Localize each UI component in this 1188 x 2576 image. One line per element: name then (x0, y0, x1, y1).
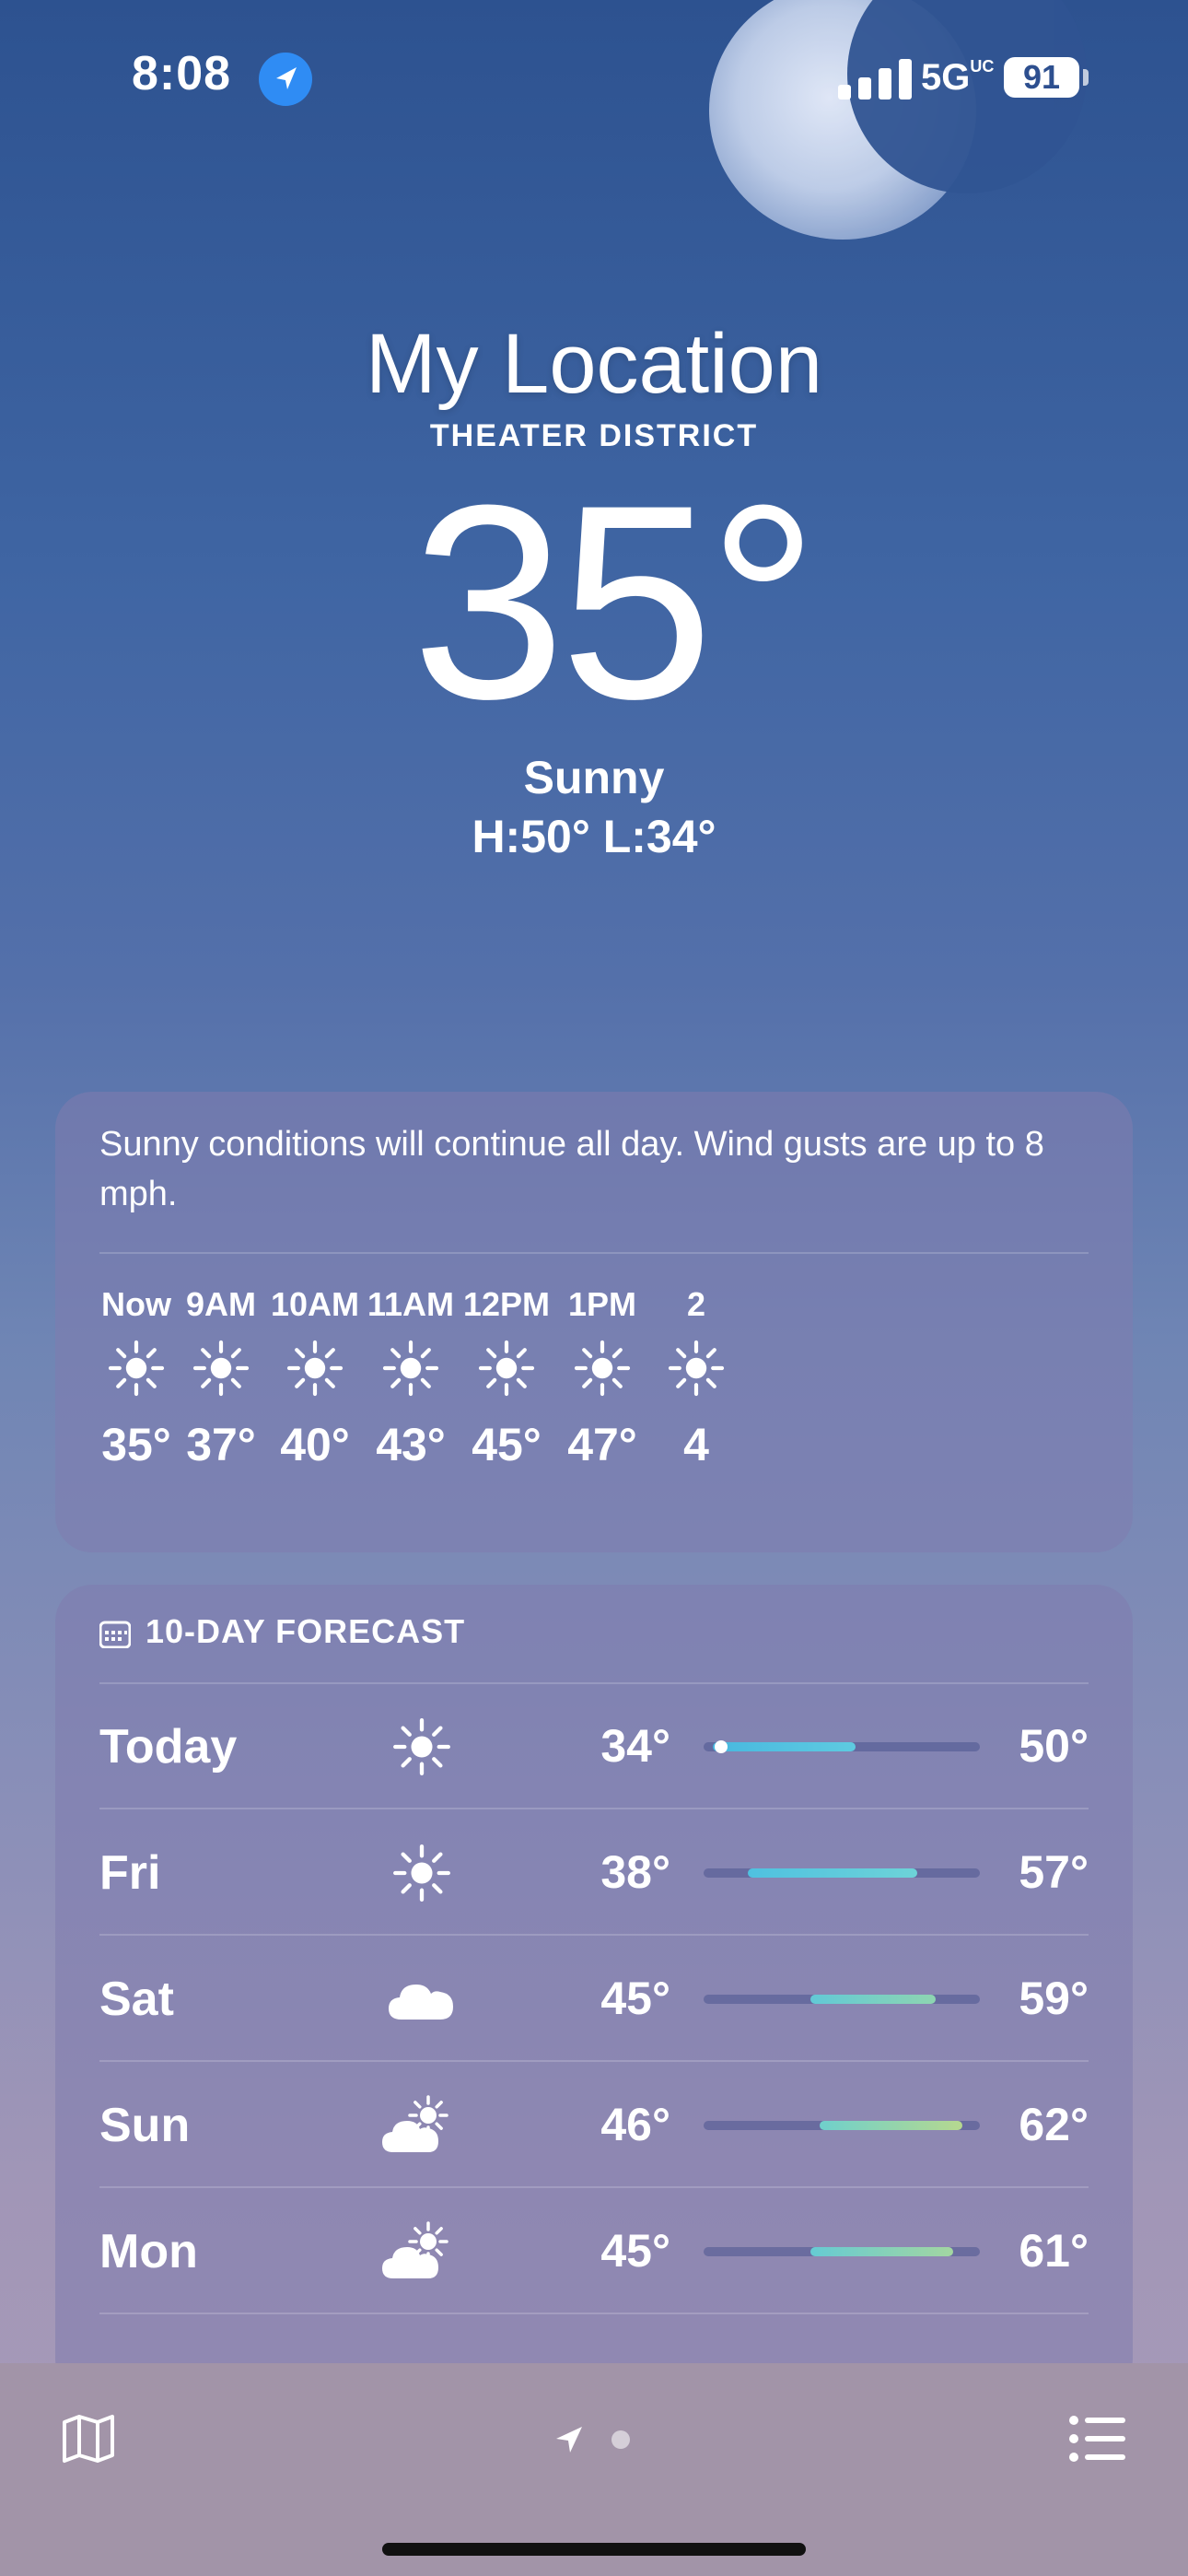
day-label: Sat (99, 1973, 174, 2026)
temp-range-bar (712, 1742, 856, 1751)
battery-level: 91 (1004, 57, 1079, 98)
partly-cloudy-icon (376, 2089, 468, 2162)
hour-label: 10AM (270, 1285, 360, 1323)
low-temp: 45° (600, 1973, 670, 2024)
hour-item: 10AM 40° (260, 1285, 370, 1471)
hour-temp: 4 (683, 1419, 709, 1470)
divider (99, 2186, 1089, 2188)
status-bar: 8:08 5GUC 91 (0, 0, 1188, 157)
sun-icon (260, 1322, 370, 1414)
divider (99, 1808, 1089, 1809)
current-temperature: 35° (412, 447, 819, 756)
low-temp: 46° (600, 2099, 670, 2150)
forecast-summary: Sunny conditions will continue all day. … (99, 1125, 1044, 1213)
divider (99, 2060, 1089, 2062)
hour-item: 11AM 43° (355, 1285, 466, 1471)
sun-icon (641, 1322, 751, 1414)
forecast-row[interactable]: Today 34° 50° (99, 1684, 1089, 1809)
page-indicator-dot[interactable] (611, 2430, 630, 2449)
status-time: 8:08 (132, 47, 232, 100)
hour-item: 12PM 45° (451, 1285, 562, 1471)
forecast-row[interactable]: Fri 38° 57° (99, 1810, 1089, 1936)
day-label: Mon (99, 2225, 198, 2278)
low-temp: 45° (600, 2225, 670, 2277)
list-icon[interactable] (1068, 2411, 1127, 2466)
weather-header: My Location THEATER DISTRICT 35° Sunny H… (0, 313, 1188, 863)
day-label: Sun (99, 2099, 191, 2152)
ten-day-title: 10-DAY FORECAST (146, 1612, 466, 1650)
high-temp: 57° (1019, 1846, 1089, 1898)
cloud-icon (376, 1962, 468, 2036)
forecast-row[interactable]: Sun 46° 62° (99, 2063, 1089, 2188)
temp-range-track (704, 1740, 980, 1753)
current-condition: Sunny (523, 752, 665, 803)
sun-icon (355, 1322, 466, 1414)
hourly-forecast-card[interactable]: Sunny conditions will continue all day. … (55, 1092, 1133, 1552)
temp-range-track (704, 1868, 980, 1878)
sun-icon (451, 1322, 562, 1414)
day-label: Today (99, 1720, 238, 1774)
hour-temp: 45° (472, 1419, 542, 1470)
high-temp: 61° (1019, 2225, 1089, 2277)
battery-cap (1083, 69, 1089, 86)
temp-range-bar (748, 1868, 918, 1878)
location-arrow-icon[interactable] (553, 2423, 586, 2456)
location-title: My Location (365, 317, 823, 411)
temp-range-track (704, 2121, 980, 2130)
hour-label: 11AM (367, 1285, 455, 1323)
low-temp: 38° (600, 1846, 670, 1898)
ten-day-header: 10-DAY FORECAST (99, 1612, 465, 1651)
divider (99, 1252, 1089, 1254)
sun-icon (376, 1836, 468, 1910)
home-indicator (382, 2543, 806, 2556)
calendar-icon (99, 1618, 132, 1649)
hour-label: 2 (686, 1285, 706, 1323)
high-low: H:50° L:34° (472, 811, 716, 862)
map-icon[interactable] (59, 2409, 118, 2468)
network-type: 5GUC (921, 57, 995, 98)
high-temp: 59° (1019, 1973, 1089, 2024)
hour-temp: 40° (280, 1419, 350, 1470)
day-label: Fri (99, 1846, 161, 1900)
high-temp: 50° (1019, 1720, 1089, 1772)
temp-range-bar (810, 2247, 953, 2256)
hour-temp: 43° (376, 1419, 446, 1470)
divider (99, 1934, 1089, 1936)
low-temp: 34° (600, 1720, 670, 1772)
forecast-row[interactable]: Mon 45° 61° (99, 2189, 1089, 2314)
forecast-row[interactable]: Sat 45° 59° (99, 1937, 1089, 2062)
hour-item: 2 4 (641, 1285, 751, 1471)
divider (99, 2313, 1089, 2314)
hour-label: 12PM (462, 1285, 551, 1323)
temp-range-track (704, 2247, 980, 2256)
ten-day-forecast-card[interactable]: 10-DAY FORECAST Today 34° 50° Fri 38° 57… (55, 1585, 1133, 2395)
partly-cloudy-icon (376, 2215, 468, 2289)
temp-range-bar (810, 1995, 936, 2004)
high-temp: 62° (1019, 2099, 1089, 2150)
temp-range-bar (819, 2121, 962, 2130)
temp-range-track (704, 1995, 980, 2004)
sun-icon (376, 1710, 468, 1784)
cellular-signal-icon (838, 57, 914, 100)
location-services-icon (259, 53, 312, 106)
